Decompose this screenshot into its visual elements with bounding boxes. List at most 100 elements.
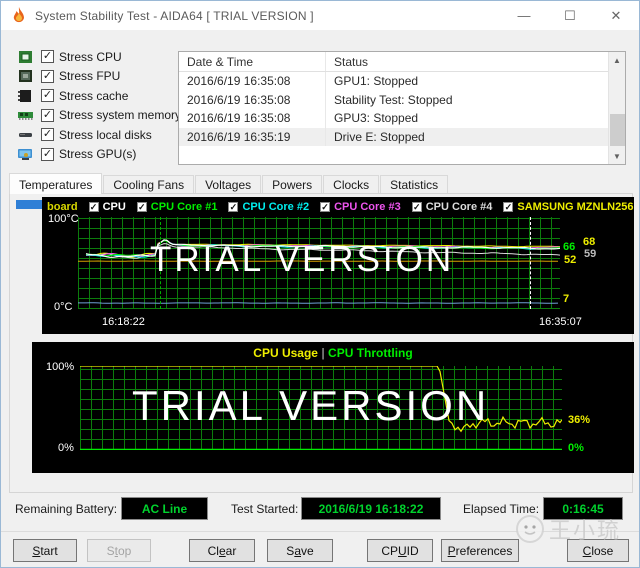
stress-cache-checkbox[interactable]: ✓	[41, 89, 54, 103]
stress-option-cache[interactable]: ✓ Stress cache	[17, 86, 175, 106]
temp-end-value-52: 52	[564, 254, 577, 266]
start-button[interactable]: Start	[13, 539, 77, 562]
stress-gpu-label: Stress GPU(s)	[59, 147, 137, 162]
log-col-datetime[interactable]: Date & Time	[179, 52, 326, 71]
temperature-graph: board ✓ CPU ✓ CPU Core #1 ✓ CPU Core #2 ✓ CP…	[42, 197, 634, 334]
temp-axis-min: 0°C	[54, 301, 73, 313]
tab-powers[interactable]: Powers	[262, 175, 323, 194]
temp-end-value-66: 66	[563, 241, 576, 253]
legend-cpu-label: CPU	[102, 201, 126, 213]
preferences-button[interactable]: Preferences	[441, 539, 519, 562]
cpu-usage-graph: CPU Usage | CPU Throttling 100% 0% TRIAL…	[32, 342, 634, 473]
legend-core1-label: CPU Core #1	[150, 201, 218, 213]
legend-cpu-checkbox[interactable]: ✓	[88, 202, 99, 212]
fpu-icon	[19, 70, 32, 83]
log-cell-datetime: 2016/6/19 16:35:08	[179, 109, 326, 128]
tab-temperatures[interactable]: Temperatures	[9, 173, 103, 194]
stress-cpu-checkbox[interactable]: ✓	[41, 50, 54, 64]
stress-cpu-label: Stress CPU	[59, 49, 122, 64]
tab-clocks[interactable]: Clocks	[323, 175, 380, 194]
elapsed-time-label: Elapsed Time:	[463, 502, 540, 516]
stress-memory-label: Stress system memory	[59, 108, 182, 123]
log-row[interactable]: 2016/6/19 16:35:08 Stability Test: Stopp…	[179, 90, 608, 109]
stress-option-cpu[interactable]: ✓ Stress CPU	[17, 47, 175, 67]
legend-core1-checkbox[interactable]: ✓	[136, 202, 147, 212]
cpu-throttling-label: CPU Throttling	[328, 346, 413, 360]
title-bar: System Stability Test - AIDA64 [ TRIAL V…	[1, 1, 639, 30]
legend-core4-label: CPU Core #4	[425, 201, 493, 213]
log-cell-datetime: 2016/6/19 16:35:08	[179, 72, 326, 91]
usage-axis-min: 0%	[58, 442, 74, 454]
legend-core4-checkbox[interactable]: ✓	[411, 202, 422, 212]
minimize-button[interactable]: —	[501, 1, 547, 30]
legend-core3-checkbox[interactable]: ✓	[320, 202, 331, 212]
log-header-row: Date & Time Status	[179, 52, 608, 72]
log-cell-status: Drive E: Stopped	[334, 129, 425, 144]
usage-end-value: 36%	[568, 414, 591, 426]
stress-disks-label: Stress local disks	[59, 127, 152, 142]
log-row[interactable]: 2016/6/19 16:35:19 Drive E: Stopped	[179, 127, 608, 146]
stress-options-panel: ✓ Stress CPU ✓ Stress FPU ✓ Stress cache…	[17, 47, 181, 165]
close-button[interactable]: Close	[567, 539, 629, 562]
aida64-stability-window: System Stability Test - AIDA64 [ TRIAL V…	[0, 0, 640, 568]
throttle-end-value: 0%	[568, 442, 584, 454]
gpu-icon	[18, 149, 32, 161]
scroll-down-icon[interactable]: ▼	[609, 148, 625, 164]
stop-button[interactable]: St op	[87, 539, 151, 562]
log-cell-datetime: 2016/6/19 16:35:19	[179, 127, 326, 146]
stress-option-fpu[interactable]: ✓ Stress FPU	[17, 67, 175, 87]
legend-core2-checkbox[interactable]: ✓	[228, 202, 239, 212]
window-title: System Stability Test - AIDA64 [ TRIAL V…	[35, 8, 314, 23]
temp-end-value-68: 68	[583, 236, 596, 248]
tab-statistics[interactable]: Statistics	[380, 175, 449, 194]
stress-option-disks[interactable]: ✓ Stress local disks	[17, 125, 175, 145]
stress-gpu-checkbox[interactable]: ✓	[41, 147, 54, 161]
temp-end-value-7: 7	[563, 293, 570, 305]
legend-core2-label: CPU Core #2	[242, 201, 310, 213]
log-cell-status: Stability Test: Stopped	[334, 92, 453, 107]
close-window-button[interactable]: ✕	[593, 1, 639, 30]
battery-label: Remaining Battery:	[15, 502, 118, 516]
stress-cache-label: Stress cache	[59, 88, 129, 103]
tab-cooling-fans[interactable]: Cooling Fans	[103, 175, 195, 194]
log-row[interactable]: 2016/6/19 16:35:08 GPU3: Stopped	[179, 109, 608, 128]
footer-divider	[1, 531, 639, 532]
stress-option-gpu[interactable]: ✓ Stress GPU(s)	[17, 145, 175, 165]
log-cell-status: GPU1: Stopped	[334, 74, 419, 89]
legend-core3-label: CPU Core #3	[334, 201, 401, 213]
log-row[interactable]: 2016/6/19 16:35:08 GPU1: Stopped	[179, 72, 608, 91]
title-separator: |	[321, 346, 325, 360]
stress-disks-checkbox[interactable]: ✓	[41, 128, 54, 142]
log-scrollbar[interactable]: ▲ ▼	[608, 52, 625, 164]
cpuid-button[interactable]: CP U ID	[367, 539, 433, 562]
legend-ssd-checkbox[interactable]: ✓	[503, 202, 514, 212]
stress-fpu-checkbox[interactable]: ✓	[41, 69, 54, 83]
stress-memory-checkbox[interactable]: ✓	[41, 108, 54, 122]
temp-time-end: 16:35:07	[539, 316, 582, 328]
test-started-label: Test Started:	[231, 502, 299, 516]
temp-end-value-59: 59	[584, 248, 597, 260]
disk-icon	[19, 132, 32, 137]
tab-voltages[interactable]: Voltages	[195, 175, 262, 194]
status-bar: Remaining Battery: AC Line Test Started:…	[1, 497, 639, 521]
log-cell-status: GPU3: Stopped	[334, 111, 419, 126]
log-scrollbar-thumb[interactable]	[610, 114, 625, 146]
maximize-button[interactable]: ☐	[547, 1, 593, 30]
memory-icon	[18, 112, 33, 121]
legend-motherboard-label: board	[47, 201, 78, 213]
legend-scrollbar-thumb[interactable]	[16, 200, 42, 209]
log-col-status[interactable]: Status	[326, 52, 608, 71]
temp-axis-max: 100°C	[48, 213, 79, 225]
save-button[interactable]: Sa ve	[267, 539, 333, 562]
scroll-up-icon[interactable]: ▲	[609, 52, 625, 68]
clear-button[interactable]: Cl e ar	[189, 539, 255, 562]
usage-graph-title: CPU Usage | CPU Throttling	[32, 346, 634, 360]
flame-app-icon	[13, 6, 24, 22]
stress-option-memory[interactable]: ✓ Stress system memory	[17, 106, 181, 126]
graph-tabs: Temperatures Cooling Fans Voltages Power…	[9, 173, 449, 194]
event-log-table: Date & Time Status 2016/6/19 16:35:08 GP…	[178, 51, 626, 165]
temp-cursor-end[interactable]	[530, 217, 531, 309]
battery-value-display: AC Line	[121, 497, 208, 520]
log-cell-datetime: 2016/6/19 16:35:08	[179, 90, 326, 109]
legend-ssd-label: SAMSUNG MZNLN256HC	[517, 201, 634, 213]
